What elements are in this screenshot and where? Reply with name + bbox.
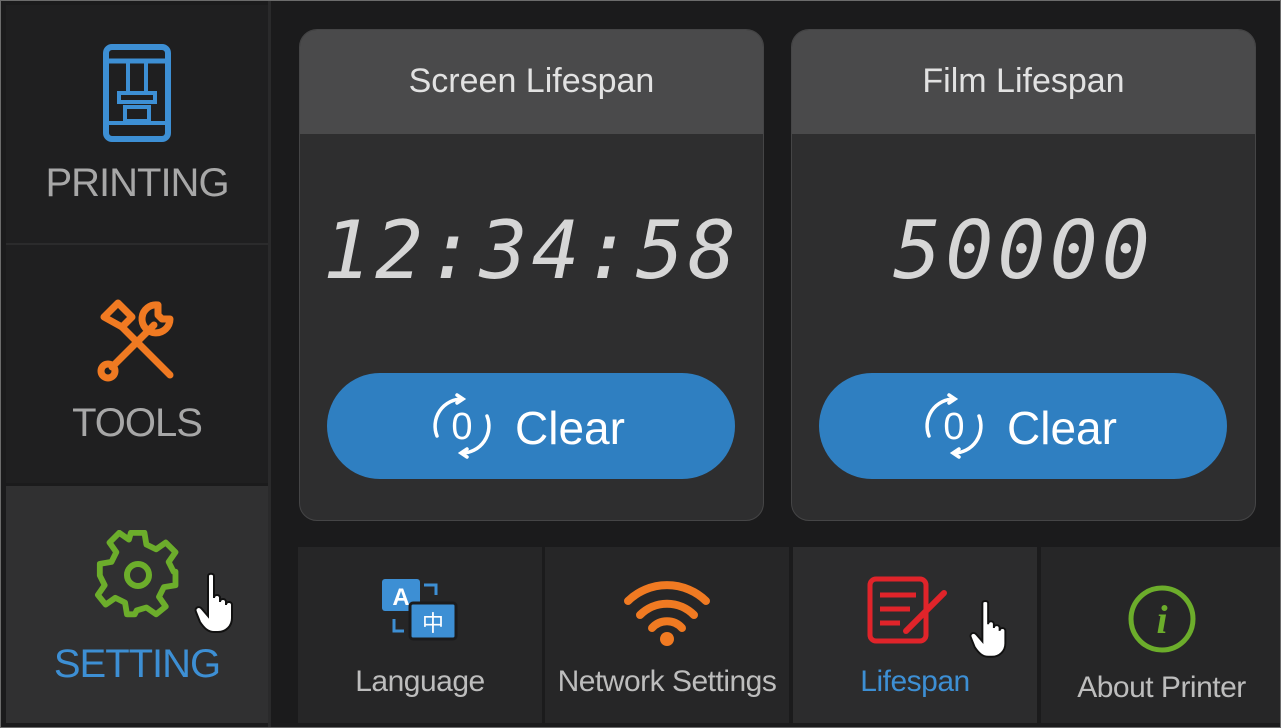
tab-lifespan[interactable]: Lifespan [793, 547, 1037, 723]
gear-icon [94, 529, 184, 625]
reset-icon: 0 [429, 393, 495, 464]
sidebar-item-label: PRINTING [45, 161, 229, 205]
card-header: Film Lifespan [792, 30, 1255, 134]
screen-lifespan-value: 12:34:58 [322, 204, 741, 297]
film-lifespan-value: 50000 [893, 204, 1154, 297]
hand-cursor-icon [194, 572, 240, 639]
printer-settings-screen: PRINTING TOOLS SETTING Screen Lifespan 1… [0, 0, 1281, 728]
svg-text:0: 0 [943, 406, 964, 448]
film-lifespan-card: Film Lifespan 50000 0 Clear [791, 29, 1256, 521]
clear-button-label: Clear [1007, 402, 1117, 454]
lifespan-icon [866, 575, 950, 650]
sidebar-item-label: TOOLS [72, 401, 203, 445]
card-header: Screen Lifespan [300, 30, 763, 134]
clear-button-label: Clear [515, 402, 625, 454]
tab-label: Lifespan [860, 665, 970, 698]
svg-text:中: 中 [422, 612, 444, 637]
svg-text:i: i [1156, 597, 1167, 642]
tab-network-settings[interactable]: Network Settings [545, 547, 789, 723]
tab-label: About Printer [1077, 671, 1246, 704]
clear-screen-lifespan-button[interactable]: 0 Clear [327, 373, 735, 479]
sidebar: PRINTING TOOLS SETTING [6, 5, 268, 723]
svg-text:0: 0 [451, 406, 472, 448]
hand-cursor-icon [969, 599, 1013, 664]
sidebar-item-printing[interactable]: PRINTING [6, 5, 268, 245]
reset-icon: 0 [921, 393, 987, 464]
tab-label: Language [355, 665, 485, 698]
printer-icon [102, 43, 172, 148]
sidebar-item-label: SETTING [53, 642, 221, 686]
tab-label: Network Settings [557, 665, 777, 698]
card-title: Film Lifespan [922, 62, 1125, 100]
clear-film-lifespan-button[interactable]: 0 Clear [819, 373, 1227, 479]
wifi-icon [622, 575, 712, 652]
svg-text:A: A [392, 584, 409, 611]
language-icon: A 中 [378, 575, 462, 650]
sidebar-divider [268, 1, 271, 727]
tab-about-printer[interactable]: i About Printer [1041, 547, 1280, 723]
info-icon: i [1126, 583, 1198, 660]
screen-lifespan-card: Screen Lifespan 12:34:58 0 Clear [299, 29, 764, 521]
sidebar-item-setting[interactable]: SETTING [6, 486, 268, 723]
sidebar-item-tools[interactable]: TOOLS [6, 245, 268, 483]
card-title: Screen Lifespan [408, 62, 655, 100]
tools-icon [92, 293, 182, 388]
tab-language[interactable]: A 中 Language [298, 547, 542, 723]
